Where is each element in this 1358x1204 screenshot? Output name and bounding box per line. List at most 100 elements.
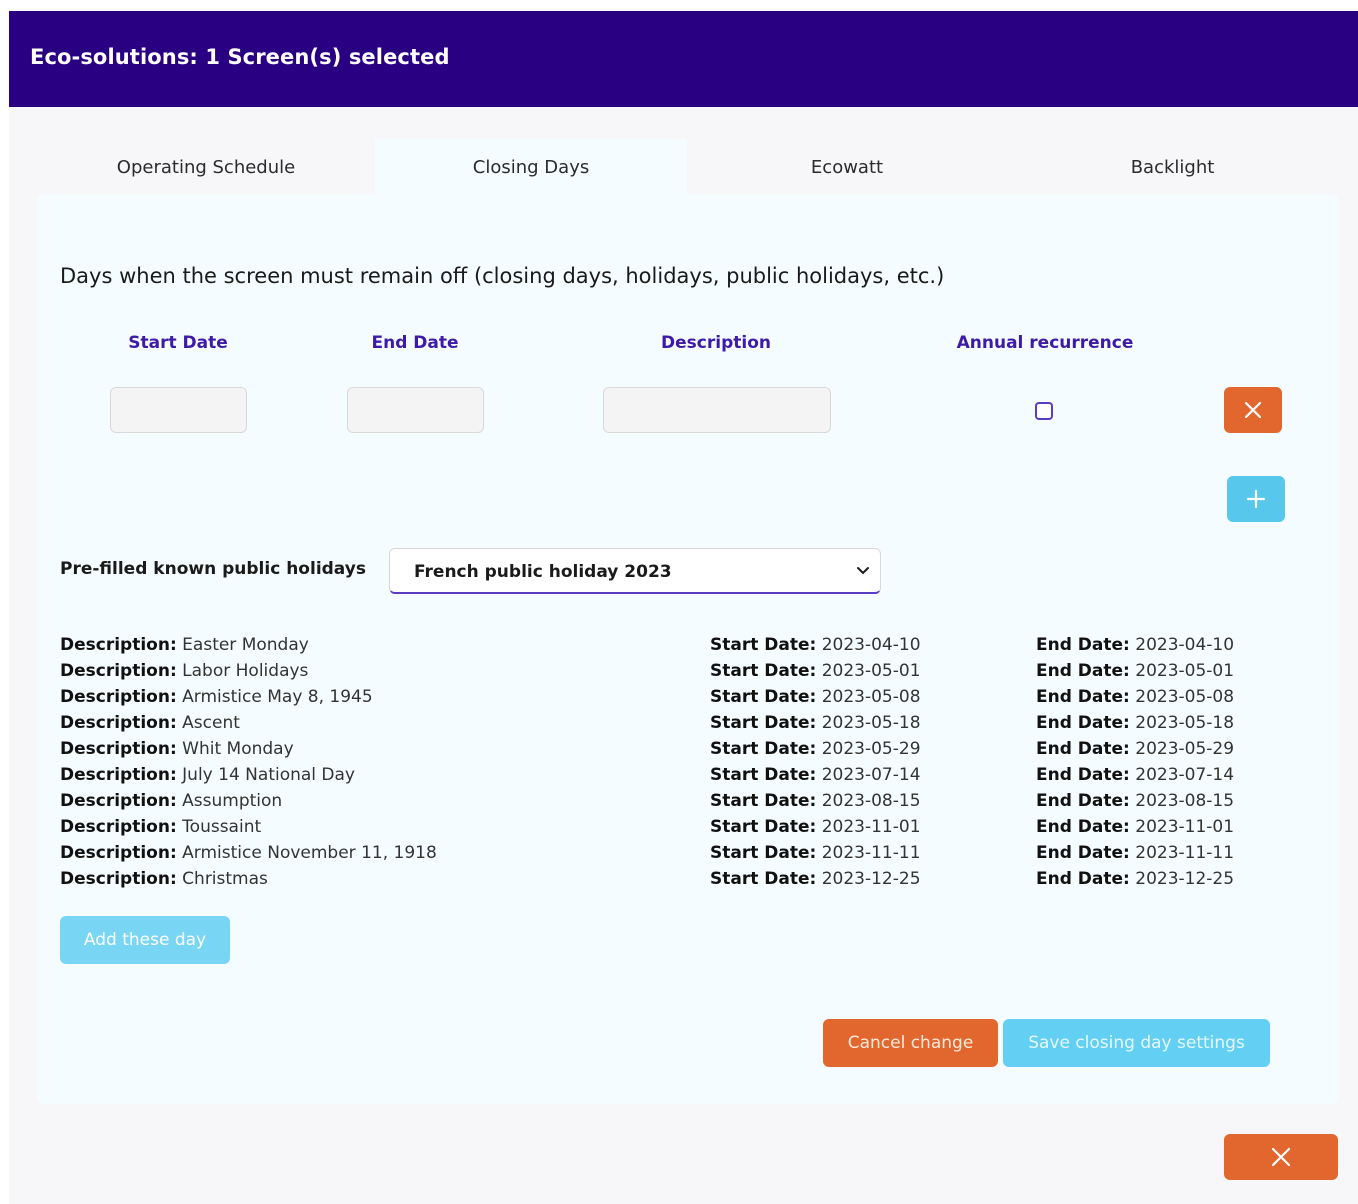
holiday-description-label: Description:	[60, 635, 177, 655]
holiday-description-value: Armistice May 8, 1945	[182, 687, 373, 707]
holiday-start-date: Start Date: 2023-05-18	[710, 710, 921, 736]
holiday-end-date-label: End Date:	[1036, 791, 1130, 811]
holiday-start-date-label: Start Date:	[710, 661, 817, 681]
holiday-description: Description: July 14 National Day	[60, 762, 355, 788]
holiday-end-date: End Date: 2023-11-11	[1036, 840, 1234, 866]
holiday-start-date-label: Start Date:	[710, 791, 817, 811]
cancel-change-button[interactable]: Cancel change	[823, 1019, 998, 1067]
prefill-label: Pre-filled known public holidays	[60, 559, 366, 579]
holiday-description-label: Description:	[60, 817, 177, 837]
holiday-start-date: Start Date: 2023-04-10	[710, 632, 921, 658]
tab-operating-schedule[interactable]: Operating Schedule	[37, 139, 375, 195]
holiday-end-date-label: End Date:	[1036, 687, 1130, 707]
close-modal-button[interactable]	[1224, 1134, 1338, 1180]
holiday-start-date-label: Start Date:	[710, 739, 817, 759]
holiday-start-date-value: 2023-05-18	[821, 713, 921, 733]
holiday-end-date: End Date: 2023-07-14	[1036, 762, 1234, 788]
holiday-description: Description: Armistice May 8, 1945	[60, 684, 373, 710]
holiday-end-date: End Date: 2023-04-10	[1036, 632, 1234, 658]
holiday-start-date: Start Date: 2023-12-25	[710, 866, 921, 892]
holiday-row: Description: Whit Monday Start Date: 2023…	[60, 736, 1320, 762]
holiday-row: Description: Toussaint Start Date: 2023-1…	[60, 814, 1320, 840]
holiday-end-date-label: End Date:	[1036, 635, 1130, 655]
holiday-end-date: End Date: 2023-05-01	[1036, 658, 1234, 684]
holiday-end-date: End Date: 2023-12-25	[1036, 866, 1234, 892]
closing-days-panel: Days when the screen must remain off (cl…	[37, 194, 1338, 1104]
holiday-description: Description: Christmas	[60, 866, 268, 892]
delete-row-button[interactable]	[1224, 387, 1282, 433]
holiday-start-date-label: Start Date:	[710, 687, 817, 707]
holiday-description-value: Christmas	[182, 869, 268, 889]
select-value: French public holiday 2023	[414, 562, 672, 582]
public-holidays-select[interactable]: French public holiday 2023	[389, 548, 881, 594]
holiday-start-date-label: Start Date:	[710, 713, 817, 733]
holiday-end-date-value: 2023-07-14	[1135, 765, 1235, 785]
end-date-input[interactable]	[347, 387, 484, 433]
annual-recurrence-checkbox[interactable]	[1035, 402, 1053, 420]
holiday-description: Description: Whit Monday	[60, 736, 294, 762]
holiday-end-date-value: 2023-05-18	[1135, 713, 1235, 733]
holiday-start-date-label: Start Date:	[710, 765, 817, 785]
holiday-row: Description: July 14 National Day Start D…	[60, 762, 1320, 788]
holiday-row: Description: Armistice May 8, 1945 Start …	[60, 684, 1320, 710]
holiday-description-label: Description:	[60, 713, 177, 733]
holiday-description-label: Description:	[60, 843, 177, 863]
holiday-description-label: Description:	[60, 687, 177, 707]
holiday-end-date-value: 2023-11-01	[1135, 817, 1235, 837]
holiday-end-date-label: End Date:	[1036, 817, 1130, 837]
holiday-description-label: Description:	[60, 791, 177, 811]
holiday-start-date: Start Date: 2023-08-15	[710, 788, 921, 814]
start-date-column-label: Start Date	[128, 333, 228, 353]
eco-solutions-modal: Eco-solutions: 1 Screen(s) selected Oper…	[9, 11, 1358, 1204]
holiday-end-date-value: 2023-12-25	[1135, 869, 1235, 889]
holiday-end-date: End Date: 2023-11-01	[1036, 814, 1234, 840]
modal-title: Eco-solutions: 1 Screen(s) selected	[30, 45, 450, 69]
holiday-start-date-label: Start Date:	[710, 635, 817, 655]
add-row-button[interactable]	[1227, 476, 1285, 522]
holiday-end-date-label: End Date:	[1036, 869, 1130, 889]
holiday-start-date-value: 2023-05-29	[821, 739, 921, 759]
holiday-start-date: Start Date: 2023-05-01	[710, 658, 921, 684]
start-date-input[interactable]	[110, 387, 247, 433]
holiday-start-date: Start Date: 2023-05-08	[710, 684, 921, 710]
holiday-start-date-label: Start Date:	[710, 869, 817, 889]
holiday-description: Description: Ascent	[60, 710, 240, 736]
tab-ecowatt[interactable]: Ecowatt	[687, 139, 1007, 195]
holiday-list: Description: Easter Monday Start Date: 20…	[60, 632, 1320, 892]
holiday-row: Description: Labor Holidays Start Date: 2…	[60, 658, 1320, 684]
holiday-start-date: Start Date: 2023-11-11	[710, 840, 921, 866]
holiday-start-date-value: 2023-12-25	[821, 869, 921, 889]
holiday-end-date: End Date: 2023-08-15	[1036, 788, 1234, 814]
holiday-end-date-label: End Date:	[1036, 661, 1130, 681]
holiday-end-date-label: End Date:	[1036, 713, 1130, 733]
description-input[interactable]	[603, 387, 831, 433]
chevron-down-icon	[857, 567, 869, 575]
holiday-end-date: End Date: 2023-05-18	[1036, 710, 1234, 736]
panel-title: Days when the screen must remain off (cl…	[60, 264, 945, 288]
holiday-description-value: Labor Holidays	[182, 661, 309, 681]
holiday-row: Description: Armistice November 11, 1918…	[60, 840, 1320, 866]
tab-bar: Operating Schedule Closing Days Ecowatt …	[37, 139, 1338, 195]
holiday-description-label: Description:	[60, 869, 177, 889]
holiday-description-value: Assumption	[182, 791, 283, 811]
description-column-label: Description	[661, 333, 771, 353]
holiday-row: Description: Easter Monday Start Date: 20…	[60, 632, 1320, 658]
holiday-start-date-value: 2023-11-11	[821, 843, 921, 863]
holiday-description: Description: Easter Monday	[60, 632, 309, 658]
holiday-end-date-label: End Date:	[1036, 765, 1130, 785]
holiday-end-date-value: 2023-05-01	[1135, 661, 1235, 681]
holiday-description: Description: Toussaint	[60, 814, 261, 840]
save-closing-days-button[interactable]: Save closing day settings	[1003, 1019, 1270, 1067]
add-these-days-button[interactable]: Add these day	[60, 916, 230, 964]
holiday-end-date-value: 2023-05-29	[1135, 739, 1235, 759]
holiday-start-date-value: 2023-05-08	[821, 687, 921, 707]
tab-closing-days[interactable]: Closing Days	[375, 139, 687, 195]
holiday-start-date-value: 2023-05-01	[821, 661, 921, 681]
holiday-start-date: Start Date: 2023-07-14	[710, 762, 921, 788]
plus-icon	[1246, 489, 1266, 509]
holiday-start-date-value: 2023-08-15	[821, 791, 921, 811]
holiday-row: Description: Christmas Start Date: 2023-1…	[60, 866, 1320, 892]
holiday-start-date-label: Start Date:	[710, 817, 817, 837]
holiday-row: Description: Ascent Start Date: 2023-05-1…	[60, 710, 1320, 736]
tab-backlight[interactable]: Backlight	[1007, 139, 1338, 195]
